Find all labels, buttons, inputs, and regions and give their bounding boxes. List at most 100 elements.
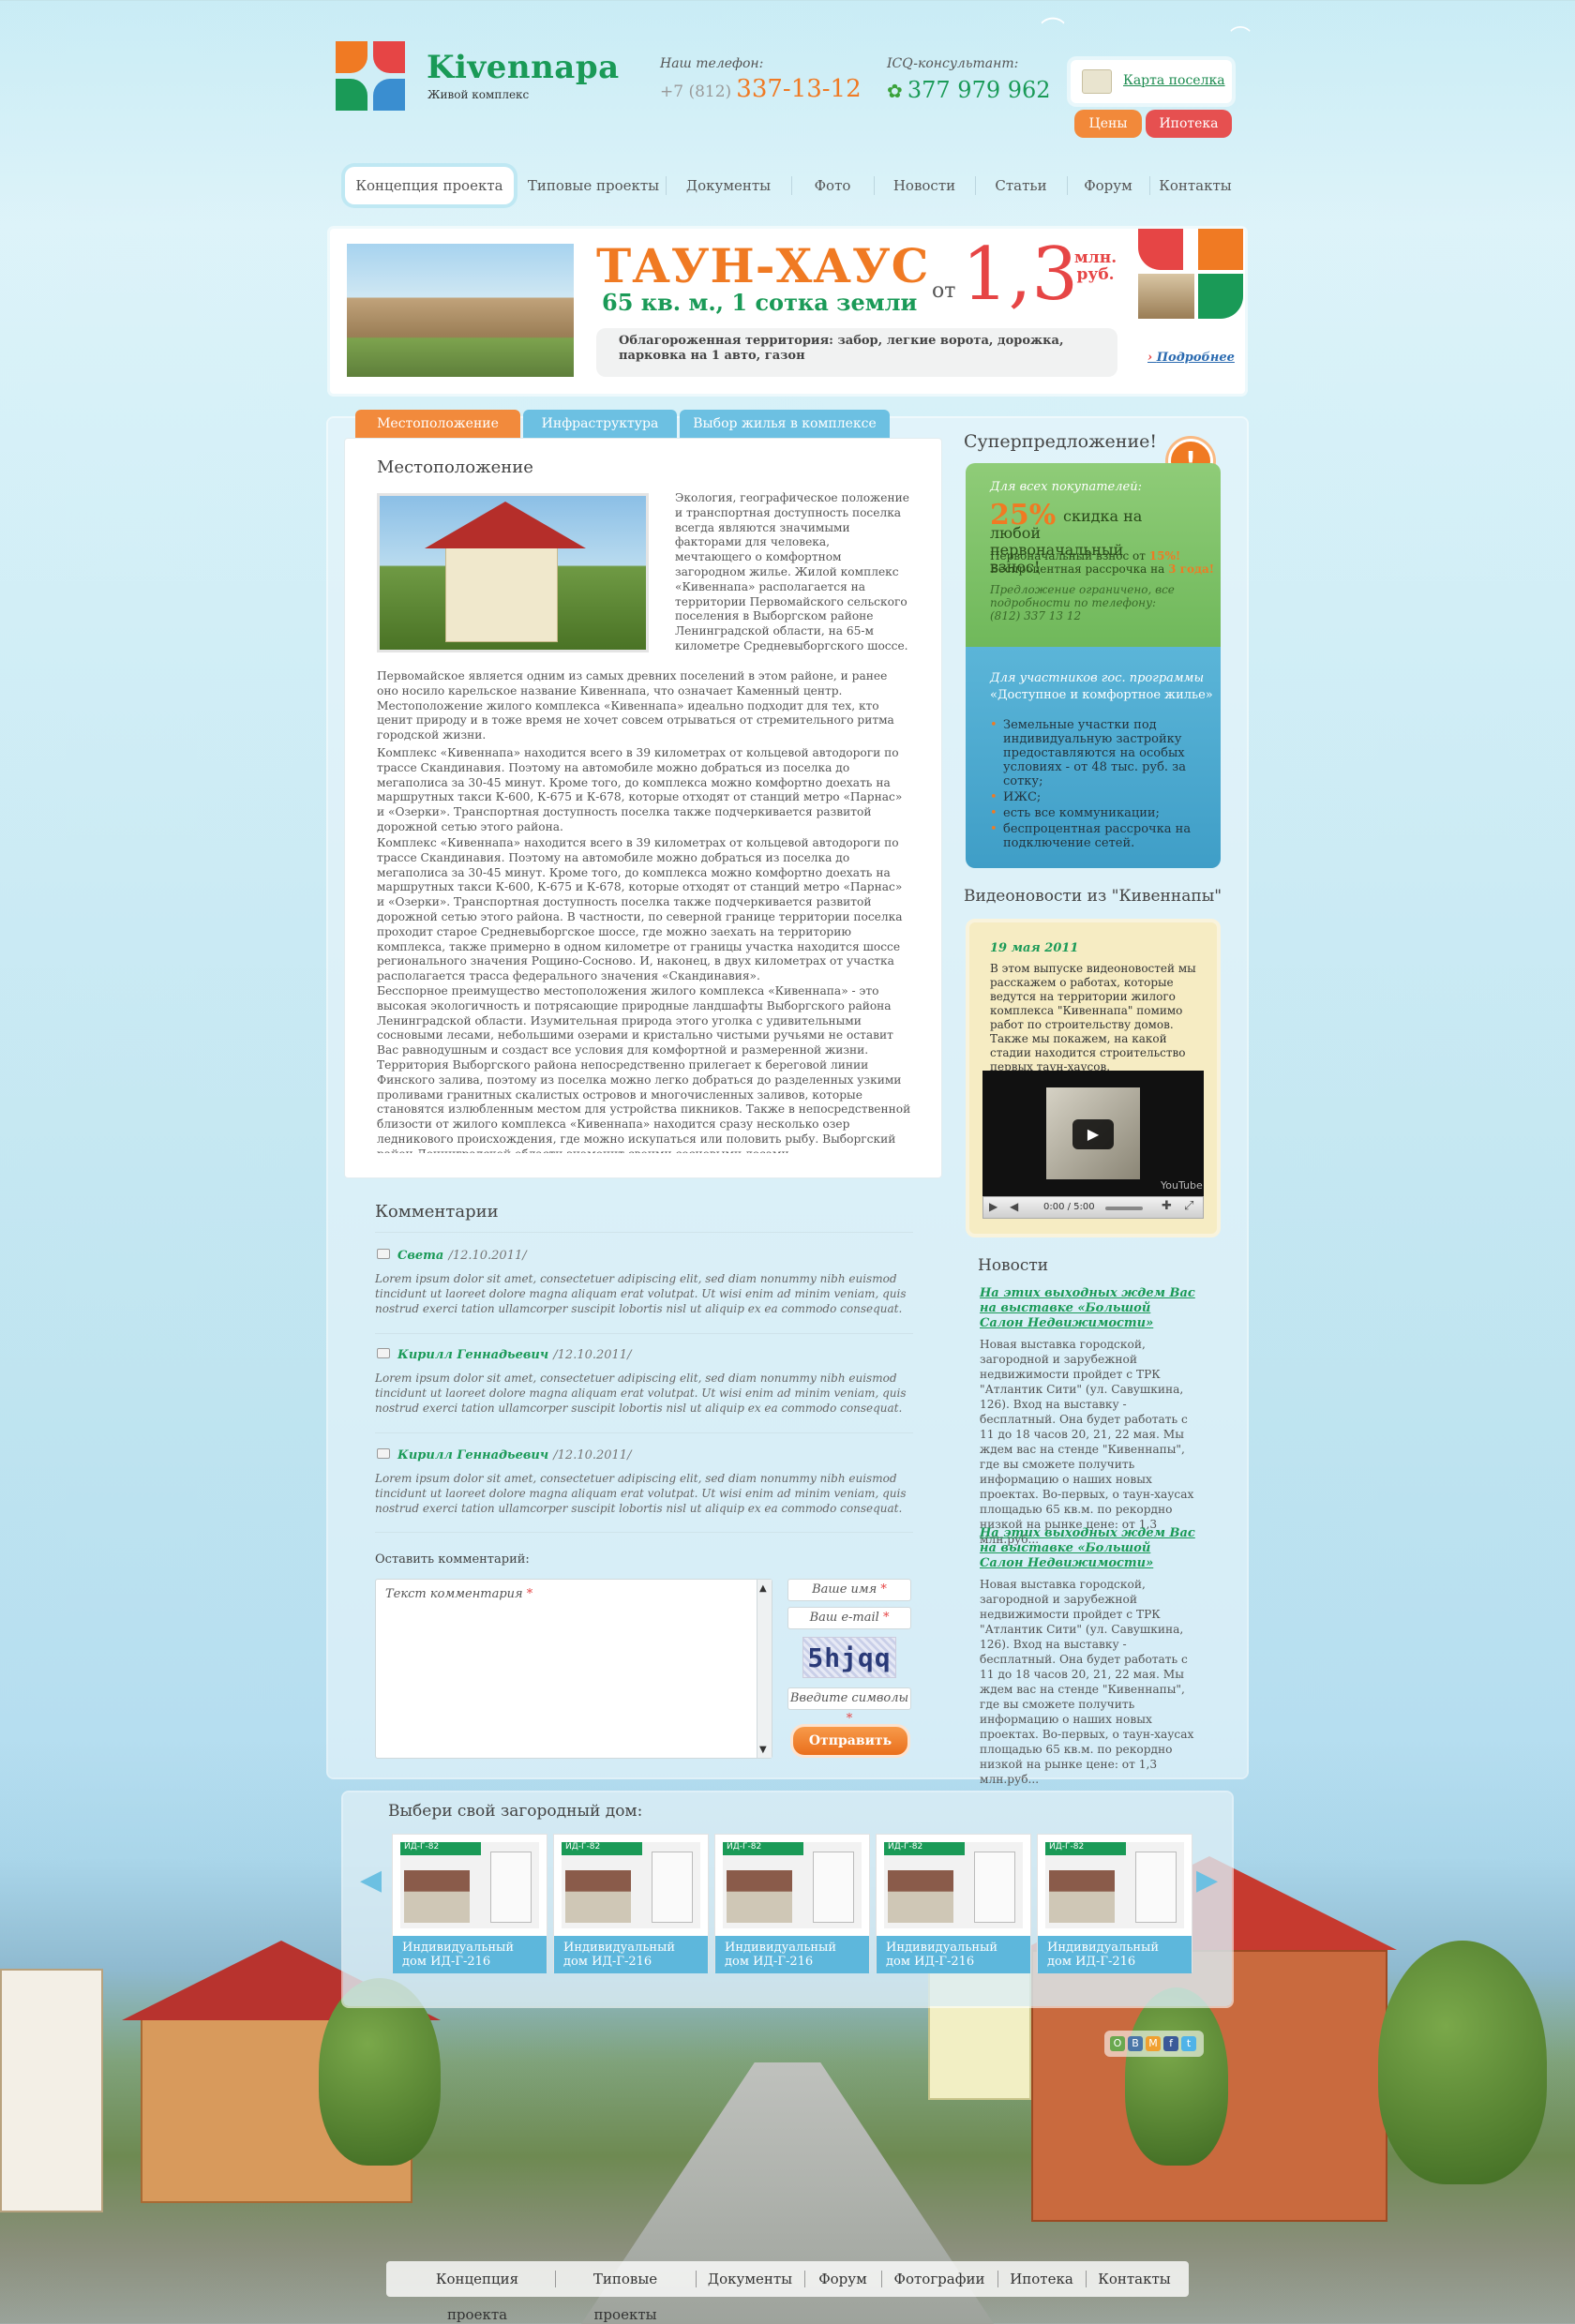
house-card[interactable]: ИД-Г-82 Индивидуальный дом ИД-Г-216 — [876, 1834, 1031, 1973]
divider — [375, 1232, 913, 1233]
comment-text: Lorem ipsum dolor sit amet, consectetuer… — [375, 1272, 907, 1315]
nav-item-articles[interactable]: Статьи — [979, 167, 1063, 204]
comment-author[interactable]: Кирилл Геннадьевич — [398, 1348, 548, 1362]
facebook-icon[interactable]: f — [1163, 2036, 1178, 2051]
news-title: Новости — [978, 1256, 1049, 1275]
footer-item-projects[interactable]: Типовые проекты — [564, 2261, 686, 2324]
video-time: 0:00 / 5:00 — [1043, 1202, 1095, 1212]
footer-item-documents[interactable]: Документы — [705, 2261, 795, 2297]
nav-item-concept[interactable]: Концепция проекта — [345, 167, 514, 204]
video-date: 19 мая 2011 — [990, 941, 1079, 955]
name-input[interactable]: Ваше имя * — [788, 1579, 911, 1601]
house-left-edge — [0, 1969, 103, 2212]
banner-description: Облагороженная территория: забор, легкие… — [596, 328, 1118, 377]
footer-item-forum[interactable]: Форум — [814, 2261, 872, 2297]
progress-bar[interactable] — [1105, 1207, 1143, 1210]
tab-infrastructure[interactable]: Инфраструктура — [523, 410, 677, 438]
banner-more-link[interactable]: › Подробнее — [1148, 351, 1235, 365]
icq-label: ICQ-консультант: — [887, 56, 1019, 71]
volume-icon[interactable]: ◀ — [1010, 1200, 1018, 1213]
map-link-box[interactable]: Карта поселка — [1071, 60, 1232, 103]
logo-icon[interactable] — [336, 41, 405, 111]
odnoklassniki-icon[interactable]: О — [1110, 2036, 1125, 2051]
scroll-down-icon[interactable]: ▼ — [759, 1745, 767, 1755]
house-card-caption[interactable]: Индивидуальный дом ИД-Г-216 — [1038, 1936, 1192, 1973]
mortgage-button[interactable]: Ипотека — [1146, 110, 1232, 138]
tab-housing-choice[interactable]: Выбор жилья в комплексе — [680, 410, 890, 438]
comment-date: /12.10.2011/ — [553, 1448, 632, 1462]
twitter-icon[interactable]: t — [1181, 2036, 1196, 2051]
article-paragraph: Первомайское является одним из самых дре… — [377, 669, 894, 742]
carousel-next-icon[interactable]: ▶ — [1196, 1864, 1218, 1897]
news-text: Новая выставка городской, загородной и з… — [980, 1338, 1194, 1546]
house-card[interactable]: ИД-Г-82 Индивидуальный дом ИД-Г-216 — [392, 1834, 548, 1973]
captcha-input[interactable]: Введите символы * — [788, 1687, 911, 1726]
seagull-icon: ⌒ — [1041, 17, 1066, 45]
super-offer-title: Суперпредложение! — [964, 431, 1157, 452]
house-card-caption[interactable]: Индивидуальный дом ИД-Г-216 — [877, 1936, 1030, 1973]
house-card[interactable]: ИД-Г-82 Индивидуальный дом ИД-Г-216 — [1037, 1834, 1192, 1973]
house-card-caption[interactable]: Индивидуальный дом ИД-Г-216 — [393, 1936, 547, 1973]
banner-logo-shape — [1198, 229, 1243, 270]
phone-prefix: +7 (812) — [660, 82, 732, 101]
video-player[interactable]: ▶ YouTube — [982, 1071, 1204, 1196]
nav-item-projects[interactable]: Типовые проекты — [525, 167, 662, 204]
scroll-up-icon[interactable]: ▲ — [759, 1583, 767, 1594]
comment-textarea[interactable]: Текст комментария * ▲ ▼ — [375, 1579, 772, 1759]
footer-item-concept[interactable]: Концепция проекта — [409, 2261, 546, 2324]
moimir-icon[interactable]: М — [1146, 2036, 1161, 2051]
townhouse-banner[interactable]: ТАУН-ХАУС 65 кв. м., 1 сотка земли от 1,… — [330, 229, 1245, 394]
banner-logo-shape — [1198, 274, 1243, 319]
nav-item-news[interactable]: Новости — [878, 167, 971, 204]
house-card-caption[interactable]: Индивидуальный дом ИД-Г-216 — [554, 1936, 708, 1973]
comment-text: Lorem ipsum dolor sit amet, consectetuer… — [375, 1372, 907, 1415]
nav-item-photo[interactable]: Фото — [795, 167, 870, 204]
video-news-title: Видеоновости из "Кивеннапы" — [964, 887, 1222, 906]
comments-heading: Комментарии — [375, 1202, 499, 1222]
house-card[interactable]: ИД-Г-82 Индивидуальный дом ИД-Г-216 — [714, 1834, 870, 1973]
prices-button[interactable]: Цены — [1074, 110, 1142, 138]
comment-meta: Кирилл Геннадьевич /12.10.2011/ — [398, 1344, 631, 1362]
divider — [375, 1432, 913, 1433]
comment-author[interactable]: Света — [398, 1249, 443, 1263]
play-small-icon[interactable]: ▶ — [989, 1200, 998, 1213]
banner-price-prefix: от — [932, 279, 956, 303]
nav-item-contacts[interactable]: Контакты — [1153, 167, 1238, 204]
comment-meta: Света /12.10.2011/ — [398, 1245, 527, 1263]
news-link[interactable]: На этих выходных ждем Вас на выставке «Б… — [980, 1286, 1195, 1331]
article-panel: Местоположение Экология, географическое … — [344, 438, 942, 1178]
expand-icon[interactable]: ✚ — [1162, 1199, 1172, 1213]
article-paragraph: Комплекс «Кивеннапа» находится всего в 3… — [377, 746, 903, 833]
video-controls: ▶ ◀ 0:00 / 5:00 ✚ ⤢ — [982, 1196, 1204, 1219]
comment-icon — [377, 1249, 390, 1259]
video-news-box: 19 мая 2011 В этом выпуске видеоновостей… — [966, 919, 1221, 1237]
house-photo — [377, 493, 649, 652]
nav-item-forum[interactable]: Форум — [1071, 167, 1146, 204]
comment-text: Lorem ipsum dolor sit amet, consectetuer… — [375, 1472, 907, 1515]
submit-comment-button[interactable]: Отправить — [793, 1727, 908, 1755]
house-card[interactable]: ИД-Г-82 Индивидуальный дом ИД-Г-216 — [553, 1834, 709, 1973]
footer-item-photos[interactable]: Фотографии — [891, 2261, 988, 2297]
play-icon[interactable]: ▶ — [1072, 1119, 1114, 1149]
nav-item-documents[interactable]: Документы — [669, 167, 788, 204]
tab-location[interactable]: Местоположение — [355, 410, 520, 438]
email-input[interactable]: Ваш e-mail * — [788, 1607, 911, 1629]
news-link[interactable]: На этих выходных ждем Вас на выставке «Б… — [980, 1526, 1195, 1571]
house-card-caption[interactable]: Индивидуальный дом ИД-Г-216 — [715, 1936, 869, 1973]
comment-author[interactable]: Кирилл Геннадьевич — [398, 1448, 548, 1462]
comment-form-label: Оставить комментарий: — [375, 1552, 530, 1567]
carousel-prev-icon[interactable]: ◀ — [360, 1864, 382, 1897]
banner-logo-shape — [1138, 229, 1183, 270]
footer-item-contacts[interactable]: Контакты — [1095, 2261, 1174, 2297]
footer-item-mortgage[interactable]: Ипотека — [1007, 2261, 1076, 2297]
brand-name[interactable]: Kivennapa — [427, 49, 620, 86]
article-heading: Местоположение — [377, 457, 533, 477]
captcha-image: 5hjqq — [802, 1637, 896, 1678]
banner-thumb — [1138, 274, 1194, 319]
comment-icon — [377, 1448, 390, 1459]
map-link[interactable]: Карта поселка — [1123, 73, 1225, 88]
textarea-scrollbar[interactable] — [757, 1580, 772, 1758]
vk-icon[interactable]: В — [1128, 2036, 1143, 2051]
fullscreen-icon[interactable]: ⤢ — [1184, 1199, 1193, 1213]
tree — [1125, 1987, 1228, 2166]
